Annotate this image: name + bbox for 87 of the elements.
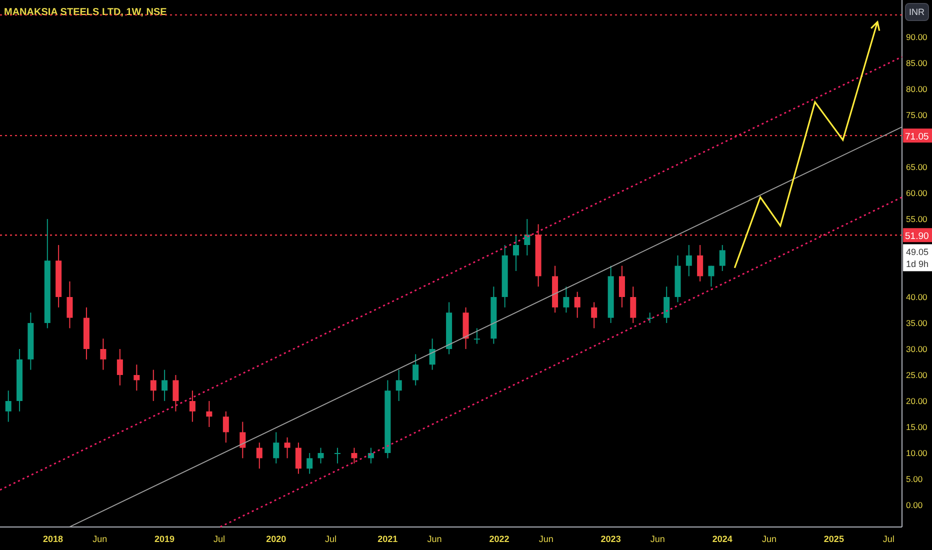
candle: [429, 338, 436, 370]
candle: [618, 265, 625, 308]
candle: [524, 218, 530, 256]
time-axis-label: Jun: [650, 534, 665, 544]
candle: [552, 265, 558, 314]
candle: [189, 390, 196, 422]
time-axis-label: 2025: [824, 534, 844, 544]
candle: [273, 432, 280, 464]
candle: [306, 452, 313, 474]
price-axis-label: 0.00: [906, 500, 923, 510]
candle: [318, 447, 324, 464]
time-axis-label: Jul: [213, 534, 225, 544]
price-axis-label: 75.00: [906, 110, 928, 120]
price-label: 51.90: [903, 228, 932, 242]
candle: [256, 442, 262, 470]
price-axis-label: 90.00: [906, 32, 928, 42]
candle: [162, 369, 168, 402]
candle: [368, 447, 374, 464]
time-axis-label: Jun: [92, 534, 108, 544]
candle: [28, 312, 34, 370]
price-label: 71.05: [903, 128, 932, 143]
candle: [646, 312, 653, 324]
candle: [295, 442, 302, 474]
candle: [334, 447, 340, 464]
candle: [172, 374, 179, 412]
candle: [697, 244, 704, 282]
candle: [206, 400, 212, 428]
candle: [83, 306, 90, 360]
price-axis-label: 30.00: [906, 344, 928, 354]
price-axis-label: 60.00: [906, 188, 928, 198]
candle: [512, 234, 519, 272]
time-axis-label: 2024: [712, 534, 732, 544]
candle: [284, 436, 290, 459]
candle: [5, 390, 12, 422]
currency-button[interactable]: INR: [905, 3, 928, 21]
candle: [16, 348, 23, 412]
price-axis-label: 80.00: [906, 84, 928, 94]
candle: [574, 291, 580, 318]
time-axis-label: Jul: [882, 534, 894, 544]
candle: [462, 306, 469, 350]
candle: [150, 369, 156, 402]
time-axis-label: Jun: [427, 534, 442, 544]
price-axis-label: 55.00: [906, 214, 928, 224]
candle: [351, 447, 358, 464]
price-axis-label: 5.00: [906, 474, 923, 484]
candle: [674, 254, 681, 303]
candle: [591, 302, 598, 329]
candle: [535, 224, 542, 288]
candle: [490, 286, 497, 344]
time-axis-label: Jul: [325, 534, 337, 544]
candle: [664, 286, 670, 324]
price-axis-label: 15.00: [906, 422, 928, 432]
candle: [116, 348, 123, 386]
candle: [563, 286, 570, 314]
candle: [708, 265, 714, 288]
price-axis-label: 20.00: [906, 396, 928, 406]
price-axis-label: 40.00: [906, 292, 928, 302]
current-price-label: 49.05 1d 9h: [903, 244, 932, 272]
price-axis-label: 65.00: [906, 162, 928, 172]
time-axis-label: 2021: [378, 534, 398, 544]
candle: [66, 280, 73, 329]
time-axis-label: Jun: [762, 534, 776, 544]
time-axis-label: 2018: [42, 534, 63, 544]
candle: [474, 328, 480, 344]
time-axis-label: 2020: [266, 534, 286, 544]
candle: [608, 265, 614, 324]
candle: [222, 410, 229, 444]
candle: [719, 244, 726, 272]
candle: [396, 369, 402, 402]
candle: [134, 364, 140, 392]
time-axis-label: Jun: [538, 534, 554, 544]
candle: [686, 244, 692, 277]
chart-title: MANAKSIA STEELS LTD, 1W, NSE: [4, 7, 167, 18]
price-axis-label: 25.00: [906, 370, 928, 380]
candle: [412, 354, 419, 386]
candle: [100, 338, 106, 370]
price-axis-label: 35.00: [906, 318, 928, 328]
candle: [502, 244, 508, 308]
price-axis-label: 85.00: [906, 58, 928, 68]
time-axis-label: 2022: [489, 534, 510, 544]
candle: [630, 286, 636, 324]
candle: [240, 421, 246, 459]
candle: [56, 244, 62, 308]
price-axis-label: 10.00: [906, 448, 928, 458]
time-axis-label: 2023: [600, 534, 621, 544]
time-axis-label: 2019: [154, 534, 175, 544]
candle: [446, 302, 452, 355]
